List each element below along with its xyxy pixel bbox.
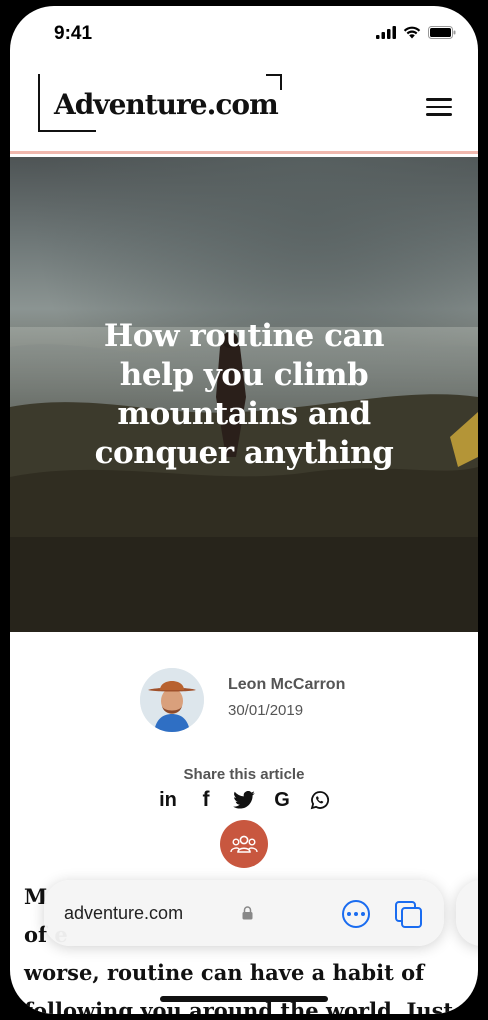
- share-label: Share this article: [183, 766, 305, 783]
- twitter-icon[interactable]: [232, 788, 256, 812]
- whatsapp-icon[interactable]: [308, 788, 332, 812]
- site-header: Adventure.com: [10, 62, 478, 154]
- group-icon: [230, 835, 258, 853]
- google-icon[interactable]: G: [270, 788, 294, 812]
- avatar-portrait: [140, 668, 204, 732]
- author-avatar[interactable]: [140, 668, 204, 732]
- tabs-icon[interactable]: [394, 900, 424, 930]
- share-icons: in f G: [156, 788, 332, 812]
- more-options-icon[interactable]: [342, 900, 370, 928]
- home-indicator[interactable]: [160, 996, 328, 1002]
- author-name[interactable]: Leon McCarron: [228, 676, 345, 694]
- hero-image: How routine can help you climb mountains…: [10, 157, 478, 632]
- url-text[interactable]: adventure.com: [64, 903, 183, 924]
- wifi-icon: [403, 26, 421, 39]
- facebook-icon[interactable]: f: [194, 788, 218, 812]
- author-section: Leon McCarron 30/01/2019 Share this arti…: [10, 632, 478, 892]
- battery-icon: [428, 26, 456, 39]
- publish-date: 30/01/2019: [228, 702, 304, 719]
- signal-icon: [376, 26, 396, 39]
- hamburger-menu-icon[interactable]: [426, 98, 452, 118]
- community-button[interactable]: [220, 820, 268, 868]
- lock-icon: [242, 906, 253, 920]
- phone-screen: 9:41 Adventure.com How routine can help …: [10, 6, 478, 1014]
- linkedin-icon[interactable]: in: [156, 788, 180, 812]
- logo-text: Adventure.com: [54, 88, 279, 121]
- site-logo[interactable]: Adventure.com: [38, 74, 282, 134]
- status-icons: [376, 26, 456, 39]
- article-line: worse, routine can have a habit of: [24, 960, 425, 985]
- status-time: 9:41: [54, 23, 93, 44]
- status-bar: 9:41: [10, 6, 478, 62]
- browser-address-bar[interactable]: adventure.com: [44, 880, 444, 946]
- article-title: How routine can help you climb mountains…: [94, 318, 394, 471]
